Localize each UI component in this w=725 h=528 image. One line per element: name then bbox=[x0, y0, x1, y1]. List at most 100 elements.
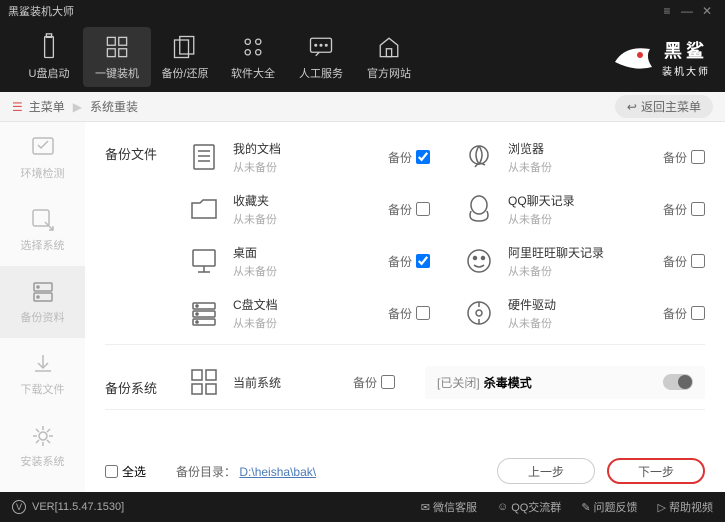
item-checkbox[interactable] bbox=[416, 202, 430, 216]
titlebar: 黑鲨装机大师 ≡ — ✕ bbox=[0, 0, 725, 22]
step-sidebar: 环境检测 选择系统 备份资料 下载文件 安装系统 bbox=[0, 122, 85, 492]
item-status: 从未备份 bbox=[233, 159, 388, 175]
item-status: 从未备份 bbox=[508, 263, 663, 279]
shark-logo-icon bbox=[610, 37, 656, 77]
section-system-label: 备份系统 bbox=[105, 368, 185, 397]
status-help-video[interactable]: ▷帮助视频 bbox=[658, 499, 713, 515]
brand-title: 黑鲨 bbox=[662, 37, 710, 63]
item-name: 我的文档 bbox=[233, 140, 388, 157]
nav-backup-restore[interactable]: 备份/还原 bbox=[151, 27, 219, 87]
close-icon[interactable]: ✕ bbox=[697, 4, 717, 18]
item-name: 浏览器 bbox=[508, 140, 663, 157]
action-label: 备份 bbox=[663, 201, 687, 218]
nav-usb-boot[interactable]: U盘启动 bbox=[15, 27, 83, 87]
action-label: 备份 bbox=[663, 305, 687, 322]
action-label: 备份 bbox=[388, 149, 412, 166]
item-icon bbox=[460, 190, 498, 228]
backup-dir-link[interactable]: D:\heisha\bak\ bbox=[239, 465, 316, 479]
item-action[interactable]: 备份 bbox=[663, 253, 705, 270]
wechat-icon: ✉ bbox=[421, 501, 430, 514]
menu-icon[interactable]: ≡ bbox=[657, 4, 677, 18]
item-action[interactable]: 备份 bbox=[388, 253, 430, 270]
item-status: 从未备份 bbox=[233, 211, 388, 227]
windows-icon bbox=[185, 363, 223, 401]
version-text: VER[11.5.47.1530] bbox=[32, 501, 124, 513]
sidebar-item-label: 安装系统 bbox=[21, 453, 65, 469]
content-area: 备份文件 我的文档从未备份备份浏览器从未备份备份收藏夹从未备份备份QQ聊天记录从… bbox=[85, 122, 725, 492]
item-name: 桌面 bbox=[233, 244, 388, 261]
statusbar: V VER[11.5.47.1530] ✉微信客服 ☺QQ交流群 ✎问题反馈 ▷… bbox=[0, 492, 725, 522]
sidebar-item-label: 下载文件 bbox=[21, 381, 65, 397]
back-to-main-button[interactable]: ↩ 返回主菜单 bbox=[615, 95, 713, 118]
sidebar-item-download[interactable]: 下载文件 bbox=[0, 338, 85, 410]
section-files-label: 备份文件 bbox=[105, 134, 185, 163]
dir-label: 备份目录： bbox=[176, 465, 236, 479]
status-qq-group[interactable]: ☺QQ交流群 bbox=[497, 499, 561, 515]
next-button[interactable]: 下一步 bbox=[607, 458, 705, 484]
nav-label: 备份/还原 bbox=[161, 65, 208, 81]
sidebar-item-install[interactable]: 安装系统 bbox=[0, 410, 85, 482]
item-checkbox[interactable] bbox=[691, 150, 705, 164]
item-checkbox[interactable] bbox=[416, 254, 430, 268]
item-action[interactable]: 备份 bbox=[663, 305, 705, 322]
nav-label: 软件大全 bbox=[231, 65, 275, 81]
system-backup-action[interactable]: 备份 bbox=[353, 374, 395, 391]
nav-website[interactable]: 官方网站 bbox=[355, 27, 423, 87]
breadcrumb-current: 系统重装 bbox=[90, 98, 138, 115]
item-checkbox[interactable] bbox=[691, 306, 705, 320]
action-label: 备份 bbox=[388, 305, 412, 322]
item-icon bbox=[460, 138, 498, 176]
sidebar-item-label: 备份资料 bbox=[21, 309, 65, 325]
item-status: 从未备份 bbox=[233, 315, 388, 331]
select-all[interactable]: 全选 bbox=[105, 463, 146, 480]
backup-item: 我的文档从未备份备份 bbox=[185, 134, 430, 180]
minimize-icon[interactable]: — bbox=[677, 4, 697, 18]
item-name: 阿里旺旺聊天记录 bbox=[508, 244, 663, 261]
item-action[interactable]: 备份 bbox=[388, 305, 430, 322]
list-icon: ☰ bbox=[12, 100, 23, 114]
version-icon: V bbox=[12, 500, 26, 514]
item-checkbox[interactable] bbox=[416, 150, 430, 164]
backup-dir: 备份目录： D:\heisha\bak\ bbox=[176, 463, 316, 480]
nav-one-click-install[interactable]: 一键装机 bbox=[83, 27, 151, 87]
item-checkbox[interactable] bbox=[416, 306, 430, 320]
sidebar-item-backup-data[interactable]: 备份资料 bbox=[0, 266, 85, 338]
item-checkbox[interactable] bbox=[691, 202, 705, 216]
system-backup-checkbox[interactable] bbox=[381, 375, 395, 389]
nav-label: 官方网站 bbox=[367, 65, 411, 81]
status-feedback[interactable]: ✎问题反馈 bbox=[581, 499, 637, 515]
item-status: 从未备份 bbox=[233, 263, 388, 279]
qq-icon: ☺ bbox=[497, 501, 508, 513]
nav-software[interactable]: 软件大全 bbox=[219, 27, 287, 87]
item-action[interactable]: 备份 bbox=[388, 149, 430, 166]
item-icon bbox=[185, 138, 223, 176]
item-icon bbox=[460, 294, 498, 332]
nav-support[interactable]: 人工服务 bbox=[287, 27, 355, 87]
action-label: 备份 bbox=[663, 149, 687, 166]
breadcrumb-root[interactable]: 主菜单 bbox=[29, 98, 65, 115]
item-action[interactable]: 备份 bbox=[388, 201, 430, 218]
kill-mode-label: 杀毒模式 bbox=[484, 374, 532, 391]
select-all-checkbox[interactable] bbox=[105, 465, 118, 478]
item-action[interactable]: 备份 bbox=[663, 201, 705, 218]
kill-mode-toggle[interactable] bbox=[663, 374, 693, 390]
item-action[interactable]: 备份 bbox=[663, 149, 705, 166]
kill-mode-status: [已关闭] bbox=[437, 374, 480, 391]
divider bbox=[105, 409, 705, 410]
sidebar-item-label: 环境检测 bbox=[21, 165, 65, 181]
prev-button[interactable]: 上一步 bbox=[497, 458, 595, 484]
backup-item: 收藏夹从未备份备份 bbox=[185, 186, 430, 232]
sidebar-item-select-system[interactable]: 选择系统 bbox=[0, 194, 85, 266]
nav-label: 一键装机 bbox=[95, 65, 139, 81]
item-status: 从未备份 bbox=[508, 211, 663, 227]
status-wechat[interactable]: ✉微信客服 bbox=[421, 499, 477, 515]
brand: 黑鲨 装机大师 bbox=[610, 37, 710, 78]
sidebar-item-label: 选择系统 bbox=[21, 237, 65, 253]
sidebar-item-env-check[interactable]: 环境检测 bbox=[0, 122, 85, 194]
window-title: 黑鲨装机大师 bbox=[8, 3, 657, 19]
divider bbox=[105, 344, 705, 345]
action-label: 备份 bbox=[388, 201, 412, 218]
item-checkbox[interactable] bbox=[691, 254, 705, 268]
feedback-icon: ✎ bbox=[581, 501, 590, 514]
backup-item: 桌面从未备份备份 bbox=[185, 238, 430, 284]
